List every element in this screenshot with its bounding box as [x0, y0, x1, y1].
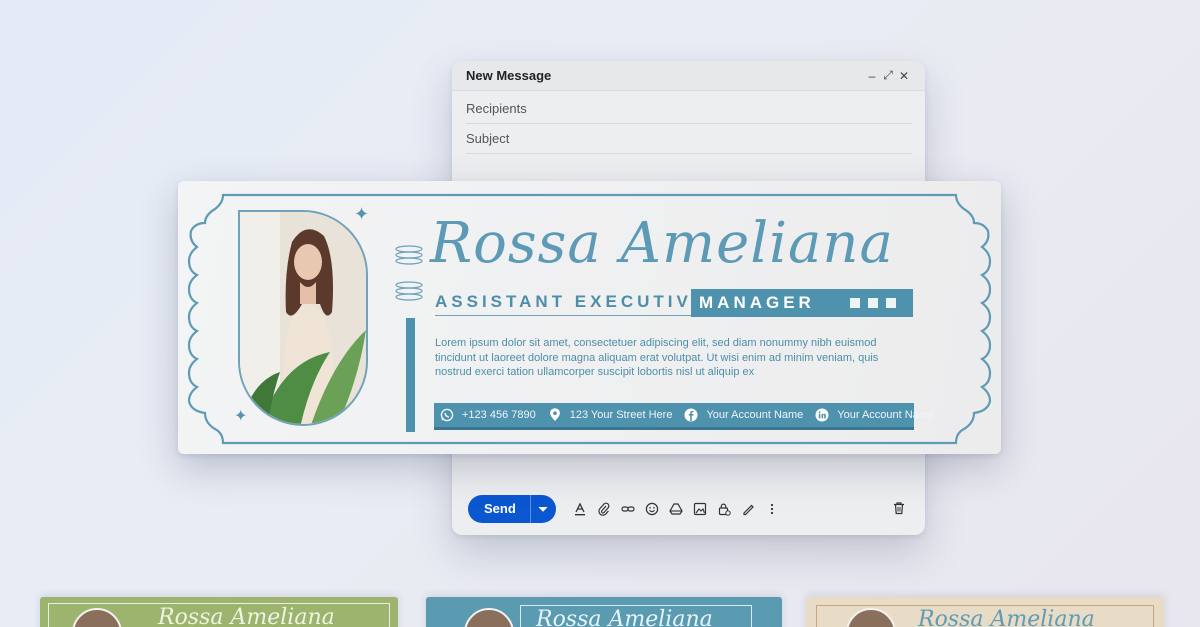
contact-linkedin: Your Account Name — [837, 409, 935, 421]
location-pin-icon — [548, 408, 562, 422]
expand-icon[interactable]: ⤢ — [881, 68, 895, 83]
minimize-icon[interactable]: – — [865, 69, 879, 83]
facebook-icon — [684, 408, 698, 422]
sparkle-icon: ✦ — [354, 204, 370, 224]
send-label: Send — [484, 501, 516, 516]
more-options-icon[interactable] — [764, 501, 780, 517]
signature-name: Rossa Ameliana — [430, 211, 894, 276]
text-format-icon[interactable] — [572, 501, 588, 517]
spring-decoration-icon — [395, 281, 423, 301]
preview-name: Rossa Ameliana — [158, 605, 335, 627]
decorative-square — [868, 298, 878, 308]
template-preview-beige[interactable]: Rossa Ameliana — [806, 597, 1164, 627]
linkedin-icon — [815, 408, 829, 422]
contact-bar: +123 456 7890 123 Your Street Here Your … — [434, 403, 934, 430]
preview-name: Rossa Ameliana — [536, 607, 713, 627]
recipients-field[interactable]: Recipients — [466, 94, 912, 124]
confidential-lock-icon[interactable] — [716, 501, 732, 517]
spring-decoration-icon — [395, 245, 423, 265]
attach-icon[interactable] — [596, 501, 612, 517]
email-signature-card: ✦ ✦ Rossa Ameliana ASSISTANT EXECUTIVE M… — [178, 181, 1001, 454]
contact-address: 123 Your Street Here — [569, 409, 673, 421]
send-options-chevron-icon[interactable] — [529, 495, 556, 523]
accent-bar — [406, 318, 415, 432]
job-title-highlight: MANAGER — [691, 289, 913, 317]
decorative-square — [886, 298, 896, 308]
image-icon[interactable] — [692, 501, 708, 517]
compose-toolbar: Send — [468, 495, 780, 523]
signature-pen-icon[interactable] — [740, 501, 756, 517]
trash-icon[interactable] — [892, 501, 908, 517]
subject-field[interactable]: Subject — [466, 124, 912, 154]
template-preview-teal[interactable]: Rossa Ameliana — [426, 597, 782, 627]
drive-icon[interactable] — [668, 501, 684, 517]
compose-title: New Message — [466, 68, 552, 83]
contact-phone: +123 456 7890 — [462, 409, 536, 421]
preview-name: Rossa Ameliana — [918, 607, 1095, 627]
decorative-square — [850, 298, 860, 308]
link-icon[interactable] — [620, 501, 636, 517]
job-title-primary: ASSISTANT EXECUTIVE — [435, 292, 708, 316]
send-button[interactable]: Send — [468, 495, 556, 523]
signature-description: Lorem ipsum dolor sit amet, consectetuer… — [435, 337, 879, 378]
template-preview-green[interactable]: Rossa Ameliana — [40, 597, 398, 627]
sparkle-icon: ✦ — [234, 408, 248, 425]
emoji-icon[interactable] — [644, 501, 660, 517]
preview-avatar — [464, 608, 514, 627]
profile-photo — [238, 210, 368, 426]
compose-header: New Message – ⤢ ✕ — [452, 61, 925, 91]
whatsapp-icon — [440, 408, 454, 422]
contact-facebook: Your Account Name — [706, 409, 804, 421]
close-icon[interactable]: ✕ — [897, 69, 911, 83]
